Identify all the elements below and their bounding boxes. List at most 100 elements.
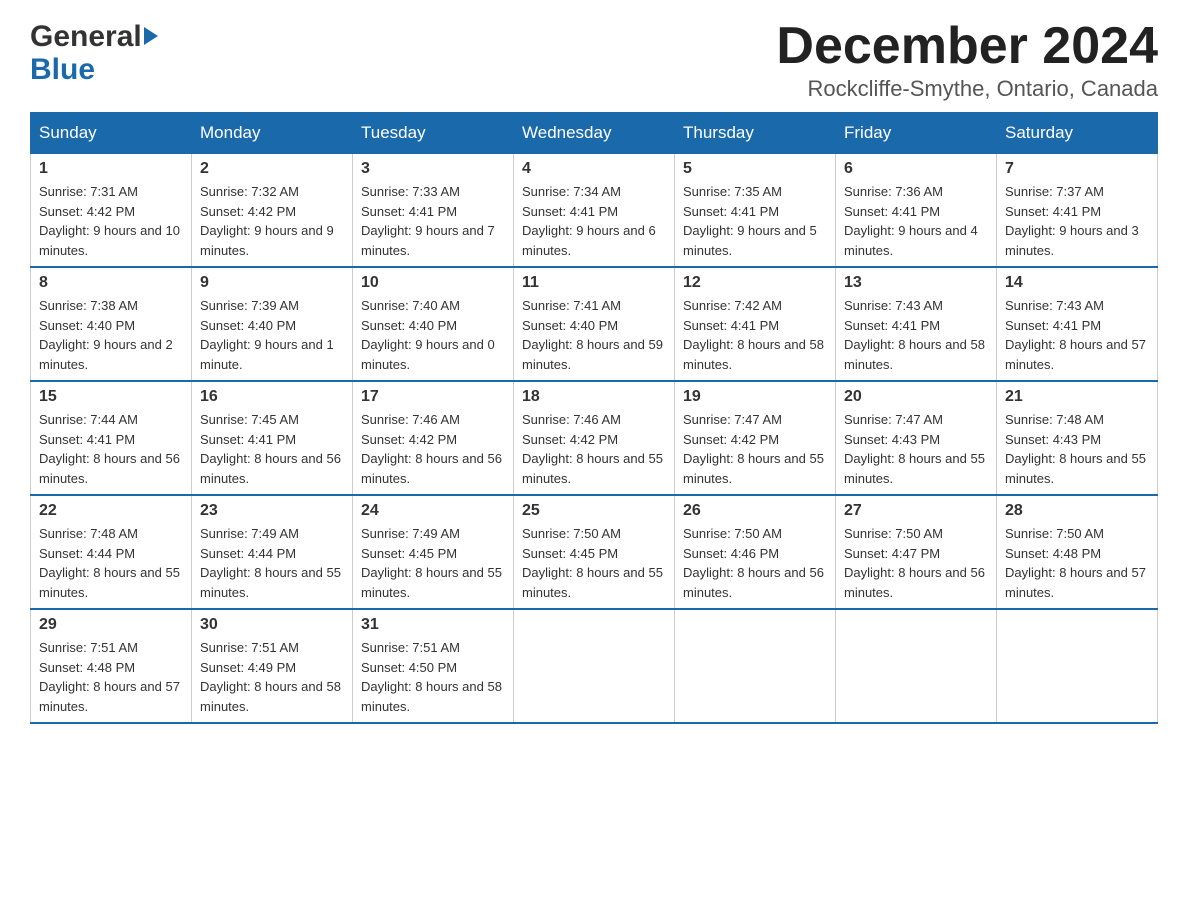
daylight-label: Daylight: 8 hours and 58 minutes. — [844, 337, 985, 372]
calendar-cell: 9 Sunrise: 7:39 AM Sunset: 4:40 PM Dayli… — [192, 267, 353, 381]
calendar-cell: 4 Sunrise: 7:34 AM Sunset: 4:41 PM Dayli… — [514, 154, 675, 268]
week-row-2: 8 Sunrise: 7:38 AM Sunset: 4:40 PM Dayli… — [31, 267, 1158, 381]
calendar-cell: 12 Sunrise: 7:42 AM Sunset: 4:41 PM Dayl… — [675, 267, 836, 381]
logo-arrow-icon — [144, 27, 158, 45]
sunset-label: Sunset: 4:45 PM — [522, 546, 618, 561]
daylight-label: Daylight: 9 hours and 2 minutes. — [39, 337, 173, 372]
day-number: 17 — [361, 388, 505, 406]
day-number: 19 — [683, 388, 827, 406]
daylight-label: Daylight: 8 hours and 58 minutes. — [200, 679, 341, 714]
calendar-cell: 19 Sunrise: 7:47 AM Sunset: 4:42 PM Dayl… — [675, 381, 836, 495]
calendar-cell: 13 Sunrise: 7:43 AM Sunset: 4:41 PM Dayl… — [836, 267, 997, 381]
week-row-3: 15 Sunrise: 7:44 AM Sunset: 4:41 PM Dayl… — [31, 381, 1158, 495]
sunrise-label: Sunrise: 7:41 AM — [522, 298, 621, 313]
day-info: Sunrise: 7:48 AM Sunset: 4:44 PM Dayligh… — [39, 524, 183, 602]
logo-line1: General — [30, 20, 158, 53]
sunset-label: Sunset: 4:40 PM — [39, 318, 135, 333]
day-number: 31 — [361, 616, 505, 634]
sunset-label: Sunset: 4:41 PM — [1005, 204, 1101, 219]
daylight-label: Daylight: 9 hours and 9 minutes. — [200, 223, 334, 258]
daylight-label: Daylight: 8 hours and 55 minutes. — [683, 451, 824, 486]
calendar-cell: 15 Sunrise: 7:44 AM Sunset: 4:41 PM Dayl… — [31, 381, 192, 495]
day-number: 27 — [844, 502, 988, 520]
weekday-header-wednesday: Wednesday — [514, 113, 675, 154]
sunrise-label: Sunrise: 7:34 AM — [522, 184, 621, 199]
daylight-label: Daylight: 8 hours and 56 minutes. — [361, 451, 502, 486]
sunset-label: Sunset: 4:42 PM — [361, 432, 457, 447]
day-info: Sunrise: 7:48 AM Sunset: 4:43 PM Dayligh… — [1005, 410, 1149, 488]
sunrise-label: Sunrise: 7:51 AM — [361, 640, 460, 655]
day-info: Sunrise: 7:50 AM Sunset: 4:45 PM Dayligh… — [522, 524, 666, 602]
calendar-cell: 6 Sunrise: 7:36 AM Sunset: 4:41 PM Dayli… — [836, 154, 997, 268]
day-number: 9 — [200, 274, 344, 292]
calendar-cell: 25 Sunrise: 7:50 AM Sunset: 4:45 PM Dayl… — [514, 495, 675, 609]
day-number: 14 — [1005, 274, 1149, 292]
week-row-4: 22 Sunrise: 7:48 AM Sunset: 4:44 PM Dayl… — [31, 495, 1158, 609]
week-row-5: 29 Sunrise: 7:51 AM Sunset: 4:48 PM Dayl… — [31, 609, 1158, 723]
calendar-cell: 7 Sunrise: 7:37 AM Sunset: 4:41 PM Dayli… — [997, 154, 1158, 268]
sunset-label: Sunset: 4:48 PM — [1005, 546, 1101, 561]
daylight-label: Daylight: 8 hours and 55 minutes. — [522, 451, 663, 486]
calendar-cell: 29 Sunrise: 7:51 AM Sunset: 4:48 PM Dayl… — [31, 609, 192, 723]
sunrise-label: Sunrise: 7:48 AM — [1005, 412, 1104, 427]
sunset-label: Sunset: 4:41 PM — [844, 204, 940, 219]
day-number: 26 — [683, 502, 827, 520]
weekday-header-saturday: Saturday — [997, 113, 1158, 154]
sunrise-label: Sunrise: 7:43 AM — [844, 298, 943, 313]
day-number: 25 — [522, 502, 666, 520]
sunset-label: Sunset: 4:50 PM — [361, 660, 457, 675]
day-number: 21 — [1005, 388, 1149, 406]
daylight-label: Daylight: 8 hours and 58 minutes. — [361, 679, 502, 714]
day-number: 22 — [39, 502, 183, 520]
day-info: Sunrise: 7:43 AM Sunset: 4:41 PM Dayligh… — [844, 296, 988, 374]
calendar-table: SundayMondayTuesdayWednesdayThursdayFrid… — [30, 112, 1158, 724]
calendar-cell: 17 Sunrise: 7:46 AM Sunset: 4:42 PM Dayl… — [353, 381, 514, 495]
day-number: 6 — [844, 160, 988, 178]
day-info: Sunrise: 7:31 AM Sunset: 4:42 PM Dayligh… — [39, 182, 183, 260]
sunrise-label: Sunrise: 7:40 AM — [361, 298, 460, 313]
sunrise-label: Sunrise: 7:38 AM — [39, 298, 138, 313]
calendar-cell — [836, 609, 997, 723]
calendar-cell: 30 Sunrise: 7:51 AM Sunset: 4:49 PM Dayl… — [192, 609, 353, 723]
daylight-label: Daylight: 8 hours and 56 minutes. — [200, 451, 341, 486]
day-info: Sunrise: 7:44 AM Sunset: 4:41 PM Dayligh… — [39, 410, 183, 488]
calendar-cell: 5 Sunrise: 7:35 AM Sunset: 4:41 PM Dayli… — [675, 154, 836, 268]
sunset-label: Sunset: 4:42 PM — [39, 204, 135, 219]
calendar-cell: 31 Sunrise: 7:51 AM Sunset: 4:50 PM Dayl… — [353, 609, 514, 723]
calendar-cell: 1 Sunrise: 7:31 AM Sunset: 4:42 PM Dayli… — [31, 154, 192, 268]
daylight-label: Daylight: 8 hours and 56 minutes. — [683, 565, 824, 600]
day-info: Sunrise: 7:46 AM Sunset: 4:42 PM Dayligh… — [522, 410, 666, 488]
sunrise-label: Sunrise: 7:35 AM — [683, 184, 782, 199]
daylight-label: Daylight: 8 hours and 58 minutes. — [683, 337, 824, 372]
weekday-header-friday: Friday — [836, 113, 997, 154]
sunset-label: Sunset: 4:41 PM — [39, 432, 135, 447]
sunrise-label: Sunrise: 7:48 AM — [39, 526, 138, 541]
sunrise-label: Sunrise: 7:31 AM — [39, 184, 138, 199]
day-info: Sunrise: 7:46 AM Sunset: 4:42 PM Dayligh… — [361, 410, 505, 488]
day-info: Sunrise: 7:43 AM Sunset: 4:41 PM Dayligh… — [1005, 296, 1149, 374]
day-info: Sunrise: 7:35 AM Sunset: 4:41 PM Dayligh… — [683, 182, 827, 260]
sunrise-label: Sunrise: 7:39 AM — [200, 298, 299, 313]
sunset-label: Sunset: 4:41 PM — [683, 204, 779, 219]
day-number: 3 — [361, 160, 505, 178]
day-number: 8 — [39, 274, 183, 292]
sunrise-label: Sunrise: 7:46 AM — [522, 412, 621, 427]
day-number: 16 — [200, 388, 344, 406]
day-info: Sunrise: 7:36 AM Sunset: 4:41 PM Dayligh… — [844, 182, 988, 260]
day-number: 20 — [844, 388, 988, 406]
day-number: 13 — [844, 274, 988, 292]
weekday-header-thursday: Thursday — [675, 113, 836, 154]
daylight-label: Daylight: 9 hours and 3 minutes. — [1005, 223, 1139, 258]
sunrise-label: Sunrise: 7:42 AM — [683, 298, 782, 313]
daylight-label: Daylight: 8 hours and 55 minutes. — [361, 565, 502, 600]
daylight-label: Daylight: 8 hours and 55 minutes. — [522, 565, 663, 600]
daylight-label: Daylight: 8 hours and 57 minutes. — [39, 679, 180, 714]
day-number: 5 — [683, 160, 827, 178]
day-number: 24 — [361, 502, 505, 520]
sunrise-label: Sunrise: 7:51 AM — [200, 640, 299, 655]
day-info: Sunrise: 7:40 AM Sunset: 4:40 PM Dayligh… — [361, 296, 505, 374]
day-number: 29 — [39, 616, 183, 634]
sunset-label: Sunset: 4:49 PM — [200, 660, 296, 675]
day-number: 30 — [200, 616, 344, 634]
day-number: 10 — [361, 274, 505, 292]
